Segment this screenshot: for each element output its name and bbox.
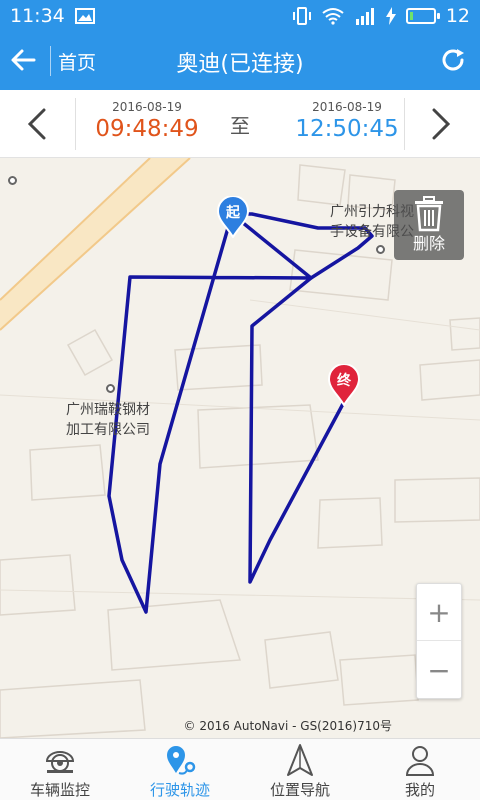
start-time: 09:48:49 (95, 116, 199, 142)
map-view[interactable]: 广州引力科视 手设备有限公 广州瑞鞍钢材 加工有限公司 起 终 删除 + − ©… (0, 158, 480, 738)
map-copyright: © 2016 AutoNavi - GS(2016)710号 (183, 719, 392, 733)
zoom-in-button[interactable]: + (417, 584, 461, 641)
delete-label: 删除 (412, 234, 445, 253)
vibrate-icon (292, 7, 311, 25)
battery-level: 12 (445, 5, 470, 27)
end-time: 12:50:45 (295, 116, 399, 142)
poi-label-company-2[interactable]: 广州瑞鞍钢材 加工有限公司 (66, 400, 150, 440)
track-pin-icon (167, 746, 196, 775)
bottom-navigation: 车辆监控 行驶轨迹 位置导航 我的 (0, 738, 480, 800)
end-marker[interactable]: 终 (327, 363, 361, 407)
person-icon (405, 746, 435, 776)
start-date: 2016-08-19 (112, 100, 182, 114)
time-range-bar: 2016-08-19 09:48:49 至 2016-08-19 12:50:4… (0, 90, 480, 158)
wifi-icon (322, 8, 344, 25)
previous-period-chevron-icon[interactable] (20, 104, 56, 144)
status-bar: 11:34 12 (0, 0, 480, 32)
navigation-arrow-icon (287, 744, 313, 776)
refresh-icon[interactable] (438, 45, 468, 75)
minor-roads (0, 299, 480, 601)
poi-dot (106, 384, 115, 393)
zoom-control: + − (416, 583, 462, 699)
start-time-block[interactable]: 2016-08-19 09:48:49 (72, 100, 222, 142)
end-date: 2016-08-19 (312, 100, 382, 114)
timebar-separator (404, 98, 405, 150)
poi-dot (8, 176, 17, 185)
delete-track-button[interactable]: 删除 (394, 190, 464, 260)
end-time-block[interactable]: 2016-08-19 12:50:45 (272, 100, 422, 142)
signal-icon (355, 8, 374, 25)
nav-vehicle-monitor[interactable]: 车辆监控 (0, 739, 120, 800)
charging-icon (385, 7, 396, 25)
range-separator-text: 至 (230, 114, 250, 138)
next-period-chevron-icon[interactable] (422, 104, 458, 144)
status-time: 11:34 (10, 5, 65, 27)
battery-icon (405, 8, 440, 24)
zoom-out-button[interactable]: − (417, 642, 461, 699)
start-marker[interactable]: 起 (216, 195, 250, 239)
app-bar: 首页 奥迪(已连接) (0, 32, 480, 90)
camera-icon (45, 751, 75, 773)
nav-mine[interactable]: 我的 (360, 739, 480, 800)
nav-driving-track[interactable]: 行驶轨迹 (120, 739, 240, 800)
page-title: 奥迪(已连接) (176, 52, 304, 77)
poi-dot (376, 245, 385, 254)
trash-icon (415, 196, 443, 232)
nav-location-navigation[interactable]: 位置导航 (240, 739, 360, 800)
image-notification-icon (74, 8, 95, 24)
